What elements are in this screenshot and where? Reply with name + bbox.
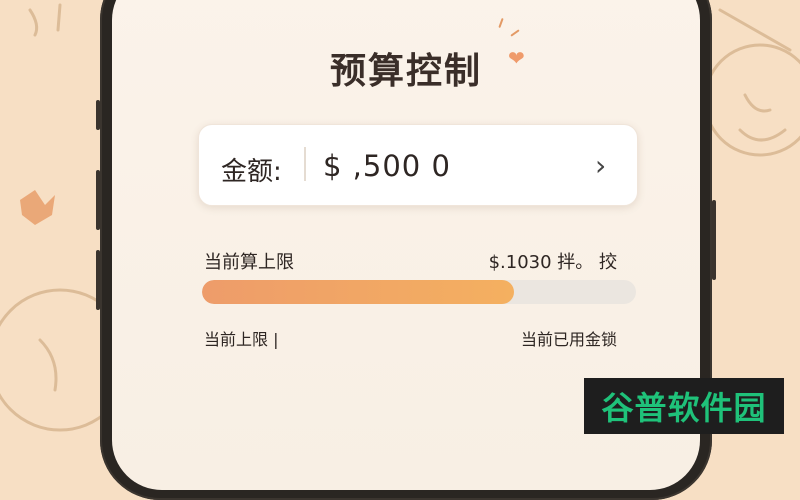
current-limit-label: 当前上限 | [204,330,279,349]
budget-progress-bar [202,280,636,304]
side-button [712,200,716,280]
budget-limit-label: 当前算上限 [204,252,294,273]
sparkle-icon [510,29,520,37]
current-used-label: 当前已用金锁 [520,330,617,349]
amount-label: 金额: [221,157,282,187]
divider [304,147,306,181]
header: 预算控制 [112,42,700,94]
page-title: 预算控制 [329,51,482,92]
chevron-right-icon[interactable]: › [595,149,606,182]
side-button [96,170,100,230]
budget-progress-fill [202,280,515,304]
side-button [96,250,100,310]
amount-card[interactable]: 金额: $ ,500 0 › [198,124,638,206]
side-button [96,100,100,130]
watermark-logo: 谷普软件园 [584,378,784,434]
sparkle-icon [498,17,504,29]
heart-icon: ❤ [508,46,525,70]
budget-limit-value: $.1030 拌。 挍 [488,252,617,273]
amount-value: $ ,500 0 [323,149,451,183]
